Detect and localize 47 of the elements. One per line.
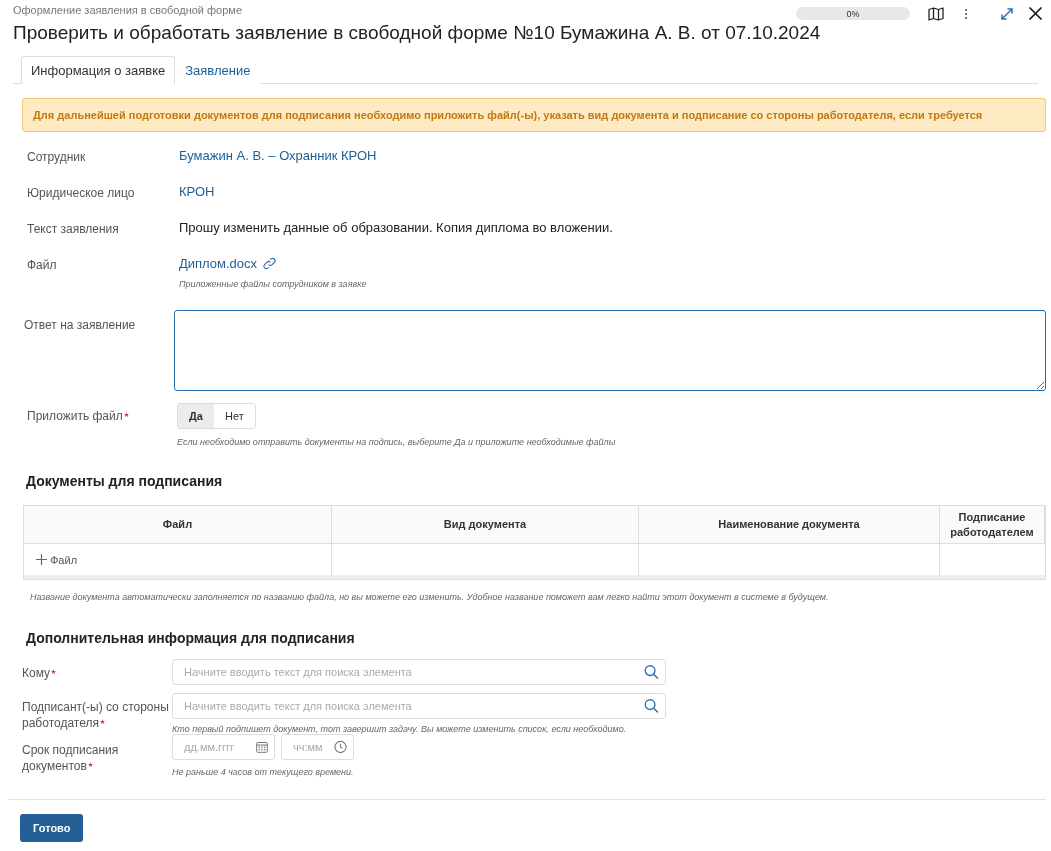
plus-icon [36,554,47,565]
column-header: Наименование документа [639,506,940,544]
section-title: Дополнительная информация для подписания [25,630,356,646]
close-icon[interactable] [1028,6,1043,21]
date-field[interactable]: дд.мм.гггг [172,734,275,760]
field-hint: Кто первый подпишет документ, тот завершит задачу. Вы можете изменить список, если необходимо. [172,724,627,734]
column-header: Вид документа [332,506,639,544]
statement-text: Прошу изменить данные об образовании. Копия диплома во вложении. [179,220,614,235]
link-icon [263,257,277,270]
table-hint: Название документа автоматически заполняется по названию файла, но вы можете его изменить. Удобное название поможет вам легко найти этот документ в системе в будущем. [30,592,829,602]
info-link[interactable]: КРОН [179,184,1046,199]
field-hint: Приложенные файлы сотрудником в заявке [179,279,367,289]
field-label: Кому [22,665,51,680]
toggle-option[interactable]: Да [178,404,214,428]
answer-field[interactable] [174,310,1046,391]
field-label: Юридическое лицо [27,185,136,201]
field-hint: Если необходимо отправить документы на подпись, выберите Да и приложите необходимые файлы [177,437,616,447]
clock-icon [334,740,347,754]
add-file-button[interactable]: Файл [36,553,78,566]
search-icon [644,664,659,680]
column-header: Файл [24,506,332,544]
expand-icon[interactable] [1000,6,1014,21]
field-label: Подписант(-ы) со стороны работодателя [22,699,169,730]
field-label: Текст заявления [27,221,120,237]
time-field[interactable]: чч:мм [281,734,354,760]
info-link[interactable]: Бумажин А. В. – Охранник КРОН [179,148,1046,163]
done-button[interactable]: Готово [20,814,84,842]
calendar-icon [256,741,268,753]
field-label: Приложить файл [27,408,123,423]
tab[interactable]: Информация о заявке [21,56,176,84]
field-hint: Не раньше 4 часов от текущего времени. [172,767,354,777]
search-field[interactable]: Начните вводить текст для поиска элемента [172,693,666,719]
more-icon[interactable] [964,7,968,20]
field-label: Ответ на заявление [24,317,137,333]
breadcrumb: Оформление заявления в свободной форме [13,4,242,16]
section-title: Документы для подписания [25,473,224,489]
search-icon [644,698,659,714]
field-label: Срок подписания документов [22,742,119,773]
alert-message: Для дальнейшей подготовки документов для подписания необходимо приложить файл(-ы), указать вид документа и подписание со стороны работодателя, если требуется [22,98,1046,132]
column-header: Подписание работодателем [940,506,1045,544]
file-link[interactable]: Диплом.docx [179,256,258,271]
field-label: Сотрудник [27,149,87,165]
map-icon[interactable] [928,6,944,21]
search-field[interactable]: Начните вводить текст для поиска элемента [172,659,666,685]
page-title: Проверить и обработать заявление в свободной форме №10 Бумажина А. В. от 07.10.2024 [13,22,822,44]
progress-reading: 0% [846,8,860,19]
field-label: Файл [27,257,58,273]
